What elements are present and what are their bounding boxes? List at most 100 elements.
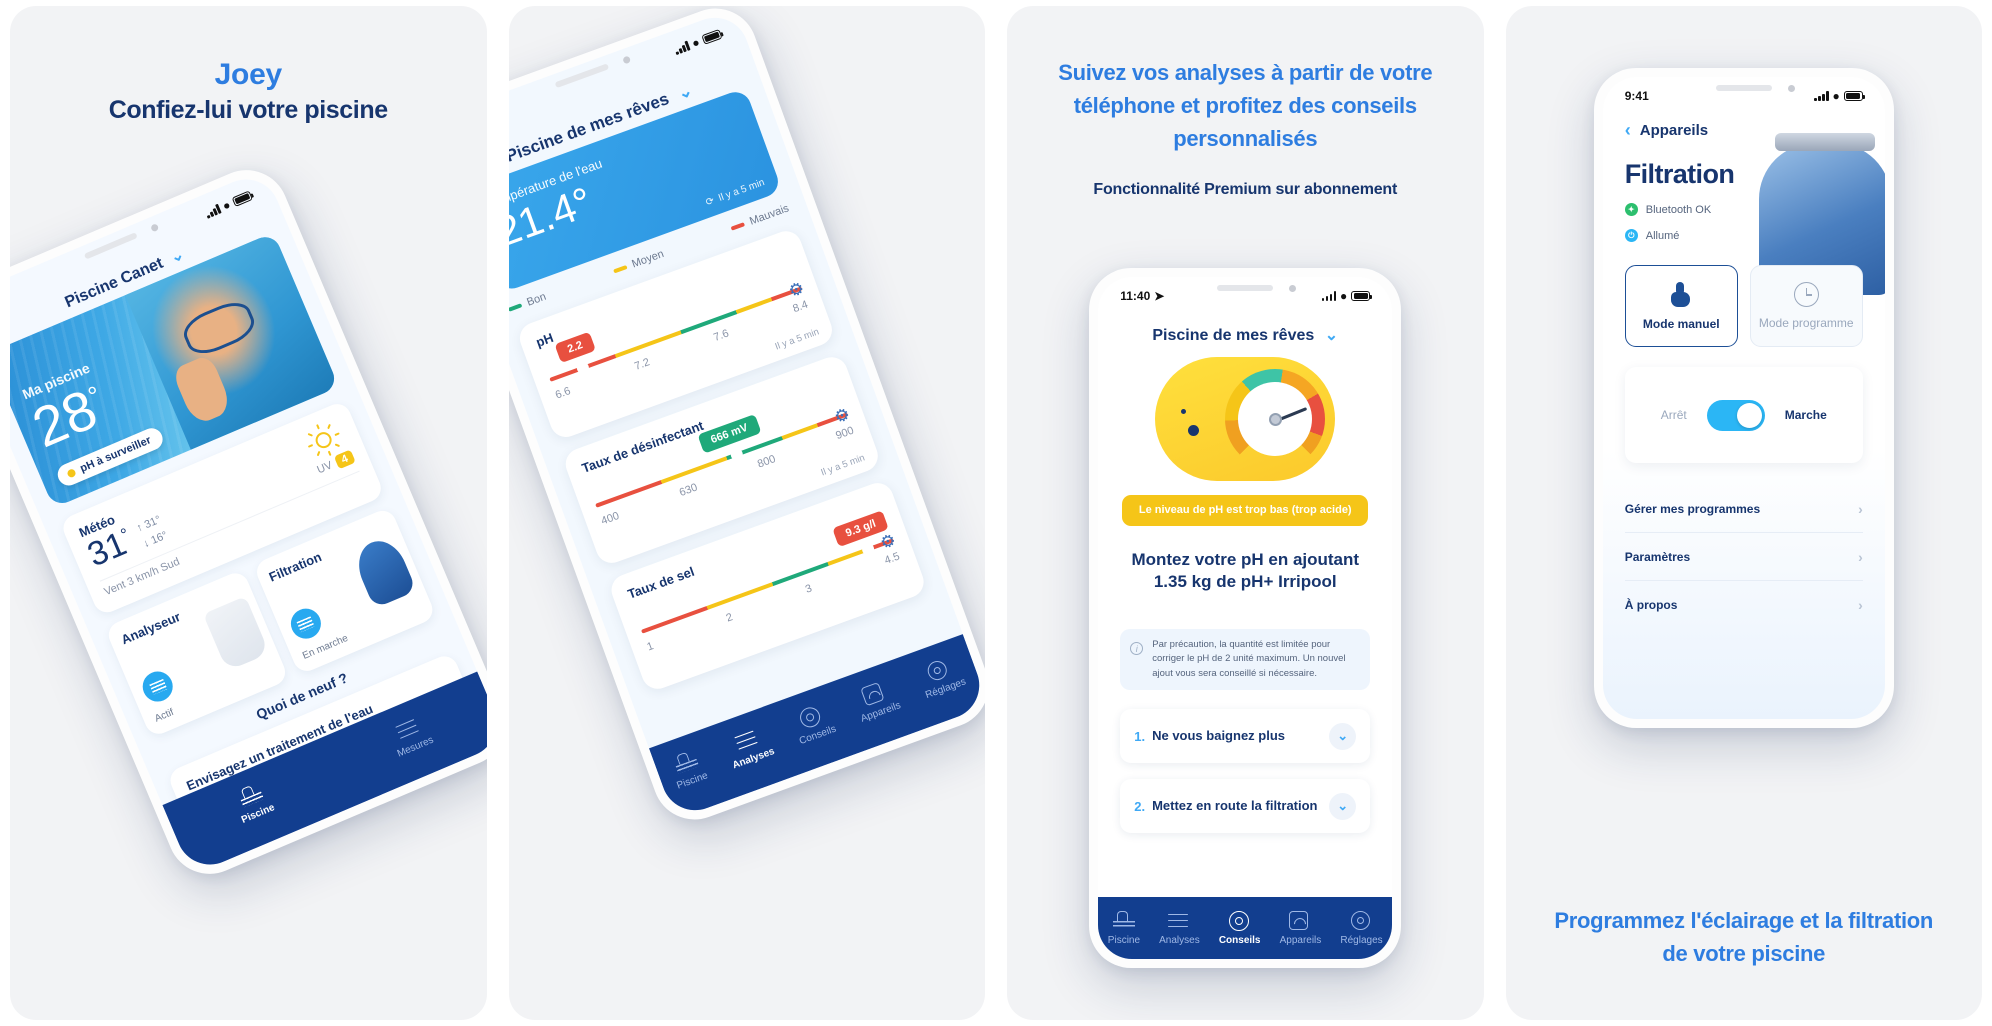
step-row-1[interactable]: 1. Ne vous baignez plus ⌄ xyxy=(1120,709,1371,763)
tab-label: Appareils xyxy=(1279,934,1322,946)
wifi-icon: ● xyxy=(1340,289,1348,303)
tab-piscine[interactable]: Piscine xyxy=(666,747,709,791)
tab-reglages[interactable]: Réglages xyxy=(1340,910,1383,946)
info-text: Par précaution, la quantité est limitée … xyxy=(1152,639,1346,679)
legend-item-moyen: Moyen xyxy=(611,248,665,277)
measure-timestamp: Il y a 5 min xyxy=(773,326,821,353)
status-power: ⏻ Allumé xyxy=(1624,229,1679,242)
panel1-headline: Joey Confiez-lui votre piscine xyxy=(10,6,487,125)
brand-tagline: Confiez-lui votre piscine xyxy=(108,96,388,124)
pool-icon xyxy=(1112,910,1135,929)
tick-label: 1 xyxy=(644,640,655,654)
water-status-icon xyxy=(138,666,178,707)
tab-analyses[interactable]: Analyses xyxy=(1159,911,1200,946)
power-toggle-card: Arrêt Marche xyxy=(1624,367,1863,463)
refresh-icon: ⟳ xyxy=(703,195,716,209)
tab-piscine[interactable]: Piscine xyxy=(1108,910,1140,946)
info-note: i Par précaution, la quantité est limité… xyxy=(1120,629,1371,690)
tick-label: 400 xyxy=(599,509,621,528)
tab-conseils[interactable]: Conseils xyxy=(1218,910,1261,946)
panel3-headline: Suivez vos analyses à partir de votre té… xyxy=(1007,6,1484,199)
link-row-programmes[interactable]: Gérer mes programmes › xyxy=(1624,485,1863,533)
gear-icon xyxy=(924,657,950,683)
tab-appareils[interactable]: Appareils xyxy=(1279,910,1322,946)
tab-appareils[interactable]: Appareils xyxy=(851,677,902,724)
tab-conseils[interactable]: Conseils xyxy=(789,701,837,747)
ph-slider-track[interactable]: 2.2 xyxy=(548,286,803,382)
status-time: 9:41 xyxy=(1624,89,1649,103)
link-row-parametres[interactable]: Paramètres › xyxy=(1624,533,1863,581)
mode-manuel-button[interactable]: Mode manuel xyxy=(1624,265,1738,347)
link-row-apropos[interactable]: À propos › xyxy=(1625,581,1863,629)
panel-filtration: 9:41 ● ‹ Appareils Filtration ✦ Bluetoot… xyxy=(1505,6,1982,1020)
location-arrow-icon: ➤ xyxy=(1154,289,1165,303)
battery-icon xyxy=(1843,91,1865,101)
measures-icon xyxy=(394,715,421,740)
tick-label: 2 xyxy=(724,611,734,625)
chevron-down-icon: ⌄ xyxy=(674,80,695,104)
slider-knob[interactable] xyxy=(728,446,745,463)
link-label: Gérer mes programmes xyxy=(1624,501,1761,516)
slider-knob[interactable] xyxy=(574,360,590,376)
phone-mockup-analyses: 11:44 ➤ ● Piscine de mes rêves ⌄ Tempéra… xyxy=(508,6,985,832)
tab-piscine[interactable]: Piscine xyxy=(230,779,277,826)
chevron-down-icon: ⌄ xyxy=(1324,327,1339,344)
mascot-eye-small xyxy=(1181,409,1187,414)
cellular-icon xyxy=(1321,291,1336,301)
ph-gauge xyxy=(1225,369,1326,469)
slider-knob[interactable] xyxy=(860,541,876,557)
tab-label: Conseils xyxy=(1218,934,1261,946)
gear-icon xyxy=(1350,910,1370,930)
cellular-icon xyxy=(673,40,690,56)
power-switch[interactable] xyxy=(1706,399,1765,431)
phone-screen-home: 9:41 ● Piscine Canet ⌄ Ma piscine xyxy=(10,168,487,876)
switch-knob xyxy=(1736,402,1762,428)
phone-mockup-home: 9:41 ● Piscine Canet ⌄ Ma piscine xyxy=(10,157,487,887)
devices-icon xyxy=(1289,910,1309,930)
tab-analyses[interactable]: Analyses xyxy=(722,723,776,771)
panel-joey-intro: Joey Confiez-lui votre piscine 9:41 ● Pi… xyxy=(10,6,487,1020)
tick-label: 630 xyxy=(677,481,699,500)
tab-reglages[interactable]: Réglages xyxy=(915,653,967,701)
hand-tap-icon xyxy=(1669,281,1693,308)
toggle-off-label: Arrêt xyxy=(1660,408,1687,422)
chevron-down-icon[interactable]: ⌄ xyxy=(1329,722,1357,750)
gauge-hub xyxy=(1268,412,1282,426)
tick-label: 900 xyxy=(833,424,856,443)
legend-label: Bon xyxy=(524,290,548,309)
toggle-on-label: Marche xyxy=(1784,408,1827,422)
step-number: 2. xyxy=(1134,798,1146,814)
phone-mockup-filtration: 9:41 ● ‹ Appareils Filtration ✦ Bluetoot… xyxy=(1593,68,1894,728)
back-navigation[interactable]: ‹ Appareils xyxy=(1625,121,1708,139)
pool-icon xyxy=(671,749,698,773)
battery-icon xyxy=(1351,291,1373,301)
back-label: Appareils xyxy=(1639,121,1709,139)
legend-label: Mauvais xyxy=(747,202,791,228)
joey-mascot-gauge xyxy=(1155,357,1336,481)
water-status-icon xyxy=(285,604,326,644)
salt-slider-track[interactable]: 9.3 g/l xyxy=(640,510,894,634)
cellular-icon xyxy=(204,203,222,219)
step-row-2[interactable]: 2. Mettez en route la filtration ⌄ xyxy=(1120,779,1371,833)
step-number: 1. xyxy=(1134,728,1146,744)
pool-selector[interactable]: Piscine de mes rêves ⌄ xyxy=(1098,325,1392,345)
mode-programme-button[interactable]: Mode programme xyxy=(1749,265,1863,347)
battery-icon xyxy=(700,28,723,45)
chevron-left-icon: ‹ xyxy=(1624,120,1631,140)
bluetooth-icon: ✦ xyxy=(1624,203,1638,216)
status-time: 11:40 xyxy=(1120,289,1151,303)
status-bar: 11:40 ➤ ● xyxy=(1098,289,1392,303)
info-icon: i xyxy=(1130,642,1144,655)
tab-mesures[interactable]: Mesures xyxy=(386,712,435,759)
ph-alert-banner: Le niveau de pH est trop bas (trop acide… xyxy=(1122,495,1369,527)
phone-mockup-conseils: 11:40 ➤ ● Piscine de mes rêves ⌄ Le nive… xyxy=(1089,268,1402,968)
battery-icon xyxy=(231,190,254,208)
panel-analyses: 11:44 ➤ ● Piscine de mes rêves ⌄ Tempéra… xyxy=(508,6,985,1020)
legend-item-bon: Bon xyxy=(508,290,548,316)
tab-label: Analyses xyxy=(1159,934,1200,946)
chevron-down-icon: ⌄ xyxy=(167,245,187,267)
mode-selector: Mode manuel Mode programme xyxy=(1624,265,1863,347)
chevron-right-icon: › xyxy=(1858,548,1863,565)
disinfectant-slider-track[interactable]: 666 mV xyxy=(594,412,848,508)
chevron-down-icon[interactable]: ⌄ xyxy=(1329,792,1357,820)
